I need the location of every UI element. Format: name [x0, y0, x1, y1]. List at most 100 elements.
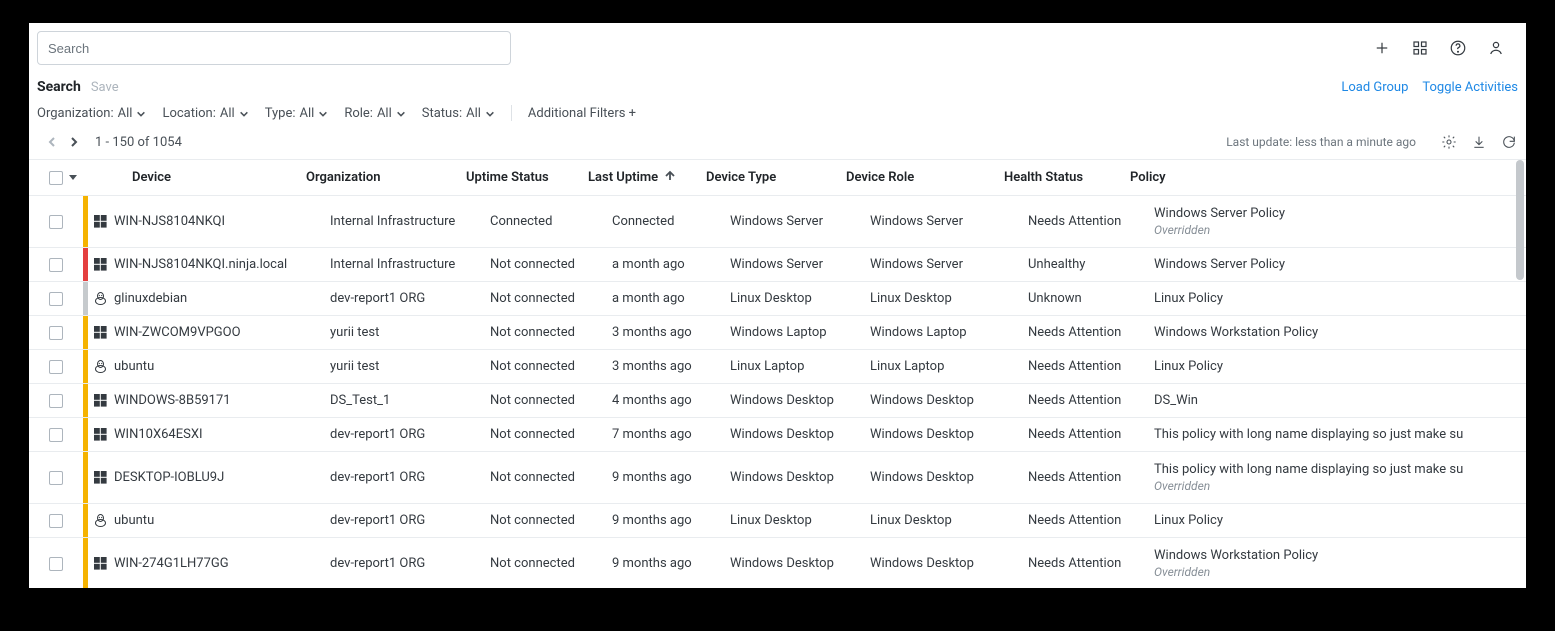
divider [511, 105, 512, 121]
save-search-link[interactable]: Save [91, 80, 119, 95]
row-checkbox[interactable] [49, 428, 63, 442]
device-organization: dev-report1 ORG [330, 504, 490, 537]
table-row[interactable]: WIN-NJS8104NKQI.ninja.local Internal Inf… [29, 248, 1526, 282]
refresh-icon[interactable] [1500, 133, 1518, 151]
device-role: Linux Desktop [870, 282, 1028, 315]
filter-organization[interactable]: Organization: All [37, 106, 146, 121]
apps-grid-icon[interactable] [1410, 38, 1430, 58]
device-uptime: Not connected [490, 418, 612, 451]
linux-os-icon [88, 282, 112, 315]
col-health[interactable]: Health Status [1004, 160, 1130, 195]
row-select-cell [29, 248, 83, 281]
prev-page-button[interactable] [41, 131, 63, 153]
row-checkbox[interactable] [49, 258, 63, 272]
table-row[interactable]: DESKTOP-IOBLU9J dev-report1 ORG Not conn… [29, 452, 1526, 504]
device-type: Windows Server [730, 196, 870, 247]
filter-type[interactable]: Type: All [265, 106, 329, 121]
device-uptime: Not connected [490, 350, 612, 383]
col-device-role[interactable]: Device Role [846, 160, 1004, 195]
table-row[interactable]: ubuntu dev-report1 ORG Not connected 9 m… [29, 504, 1526, 538]
search-header: Search Save Load Group Toggle Activities [29, 65, 1526, 99]
device-organization: yurii test [330, 350, 490, 383]
device-organization: Internal Infrastructure [330, 196, 490, 247]
search-input[interactable] [37, 31, 511, 65]
col-device-type[interactable]: Device Type [706, 160, 846, 195]
toggle-activities-link[interactable]: Toggle Activities [1422, 80, 1518, 95]
next-page-button[interactable] [63, 131, 85, 153]
device-name: ubuntu [112, 504, 330, 537]
table-row[interactable]: WIN-274G1LH77GG dev-report1 ORG Not conn… [29, 538, 1526, 588]
overridden-label: Overridden [1154, 223, 1285, 237]
device-organization: dev-report1 ORG [330, 538, 490, 588]
row-checkbox[interactable] [49, 326, 63, 340]
download-icon[interactable] [1470, 133, 1488, 151]
device-uptime: Not connected [490, 384, 612, 417]
col-policy[interactable]: Policy [1130, 160, 1526, 195]
col-last-uptime[interactable]: Last Uptime [588, 160, 706, 195]
row-checkbox[interactable] [49, 394, 63, 408]
device-policy: This policy with long name displaying so… [1154, 452, 1526, 503]
row-checkbox[interactable] [49, 471, 63, 485]
row-select-cell [29, 452, 83, 503]
table-row[interactable]: WIN-ZWCOM9VPGOO yurii test Not connected… [29, 316, 1526, 350]
col-organization[interactable]: Organization [306, 160, 466, 195]
device-organization: yurii test [330, 316, 490, 349]
scrollbar[interactable] [1516, 160, 1524, 588]
gear-icon[interactable] [1440, 133, 1458, 151]
device-health: Unhealthy [1028, 248, 1154, 281]
scrollbar-thumb[interactable] [1516, 160, 1524, 280]
device-name: glinuxdebian [112, 282, 330, 315]
pagination-bar: 1 - 150 of 1054 Last update: less than a… [29, 127, 1526, 159]
table-row[interactable]: ubuntu yurii test Not connected 3 months… [29, 350, 1526, 384]
device-name: WINDOWS-8B59171 [112, 384, 330, 417]
table-row[interactable]: WIN10X64ESXI dev-report1 ORG Not connect… [29, 418, 1526, 452]
select-all-checkbox[interactable] [49, 171, 63, 185]
filter-role[interactable]: Role: All [344, 106, 405, 121]
plus-icon[interactable] [1372, 38, 1392, 58]
device-role: Windows Server [870, 196, 1028, 247]
device-organization: Internal Infrastructure [330, 248, 490, 281]
filter-location[interactable]: Location: All [162, 106, 248, 121]
caret-down-icon[interactable] [69, 170, 77, 185]
device-role: Linux Laptop [870, 350, 1028, 383]
device-last-uptime: 7 months ago [612, 418, 730, 451]
col-uptime[interactable]: Uptime Status [466, 160, 588, 195]
table-row[interactable]: WINDOWS-8B59171 DS_Test_1 Not connected … [29, 384, 1526, 418]
device-uptime: Connected [490, 196, 612, 247]
linux-os-icon [88, 504, 112, 537]
device-uptime: Not connected [490, 248, 612, 281]
device-role: Linux Desktop [870, 504, 1028, 537]
device-type: Windows Laptop [730, 316, 870, 349]
device-role: Windows Desktop [870, 452, 1028, 503]
device-type: Windows Desktop [730, 452, 870, 503]
additional-filters-button[interactable]: Additional Filters + [528, 106, 636, 121]
device-health: Needs Attention [1028, 196, 1154, 247]
windows-os-icon [88, 316, 112, 349]
col-device[interactable]: Device [88, 160, 306, 195]
row-select-cell [29, 504, 83, 537]
table-row[interactable]: glinuxdebian dev-report1 ORG Not connect… [29, 282, 1526, 316]
load-group-link[interactable]: Load Group [1341, 80, 1408, 95]
device-policy: Linux Policy [1154, 282, 1526, 315]
row-select-cell [29, 316, 83, 349]
table-row[interactable]: WIN-NJS8104NKQI Internal Infrastructure … [29, 196, 1526, 248]
device-role: Windows Server [870, 248, 1028, 281]
device-last-uptime: 3 months ago [612, 316, 730, 349]
device-role: Windows Laptop [870, 316, 1028, 349]
device-role: Windows Desktop [870, 418, 1028, 451]
row-checkbox[interactable] [49, 292, 63, 306]
device-health: Unknown [1028, 282, 1154, 315]
user-icon[interactable] [1486, 38, 1506, 58]
device-organization: dev-report1 ORG [330, 418, 490, 451]
row-checkbox[interactable] [49, 557, 63, 571]
device-name: WIN-ZWCOM9VPGOO [112, 316, 330, 349]
device-policy: DS_Win [1154, 384, 1526, 417]
row-checkbox[interactable] [49, 514, 63, 528]
filter-status[interactable]: Status: All [422, 106, 495, 121]
row-checkbox[interactable] [49, 360, 63, 374]
device-last-uptime: a month ago [612, 282, 730, 315]
row-checkbox[interactable] [49, 215, 63, 229]
device-policy: Windows Workstation Policy [1154, 316, 1526, 349]
row-select-cell [29, 538, 83, 588]
help-icon[interactable] [1448, 38, 1468, 58]
